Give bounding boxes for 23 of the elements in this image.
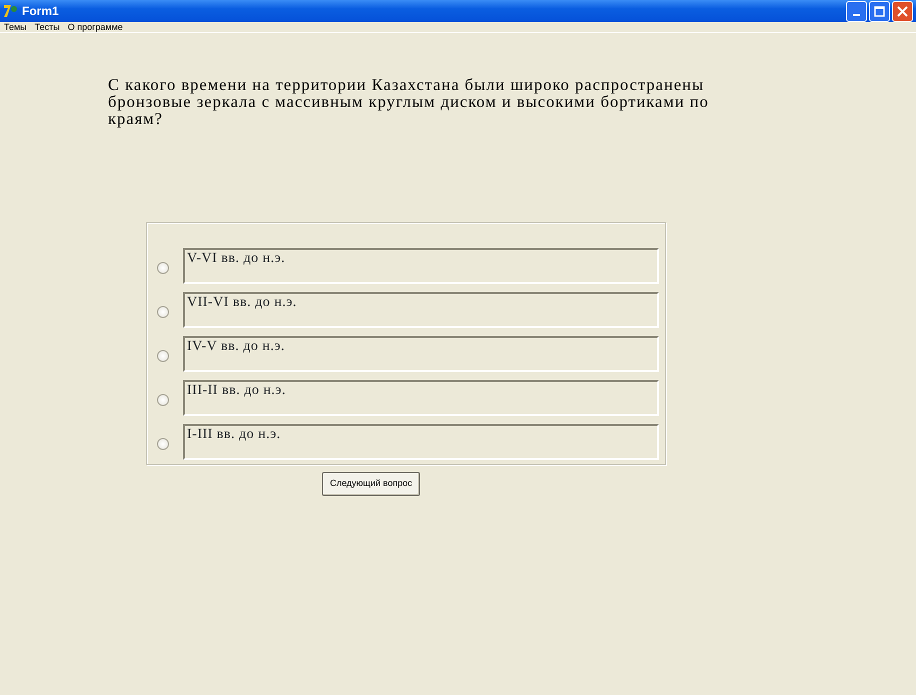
next-question-button[interactable]: Следующий вопрос — [322, 472, 420, 496]
minimize-icon — [853, 14, 860, 16]
menu-item[interactable]: Тесты — [34, 22, 60, 32]
app-icon — [3, 3, 19, 19]
minimize-button[interactable] — [846, 0, 867, 22]
radio-button[interactable] — [157, 350, 169, 362]
radio-button[interactable] — [157, 394, 169, 406]
question-text: С какого времени на территории Казахстана были широко распространены бронзовые зеркала с массивным круглым диском и высокими бортиками по краям? — [108, 76, 710, 127]
menu-item[interactable]: Темы — [4, 22, 27, 32]
answer-label: IV-V вв. до н.э. — [183, 336, 659, 372]
menu-item[interactable]: О программе — [68, 22, 123, 32]
radio-button[interactable] — [157, 438, 169, 450]
radio-button[interactable] — [157, 306, 169, 318]
answer-label: V-VI вв. до н.э. — [183, 248, 659, 284]
maximize-button[interactable] — [869, 0, 890, 22]
answer-label: VII-VI вв. до н.э. — [183, 292, 659, 328]
window-title: Form1 — [22, 3, 59, 20]
close-icon — [897, 6, 908, 16]
maximize-icon — [874, 6, 885, 16]
answer-label: I-III вв. до н.э. — [183, 424, 659, 460]
answer-label: III-II вв. до н.э. — [183, 380, 659, 416]
radio-button[interactable] — [157, 262, 169, 274]
close-button[interactable] — [892, 0, 913, 22]
